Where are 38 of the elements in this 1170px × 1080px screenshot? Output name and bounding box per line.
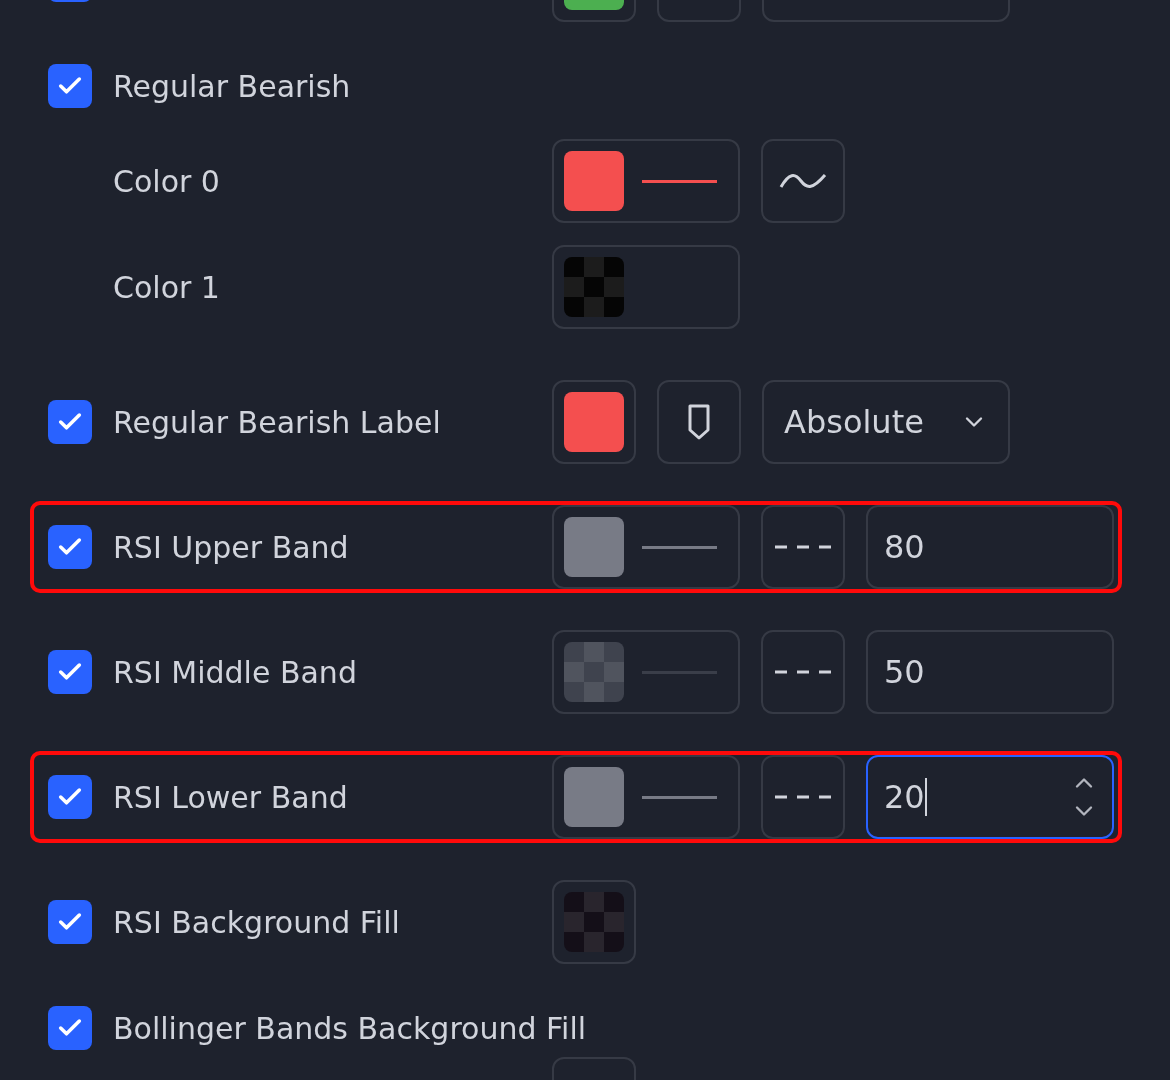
setting-label: Regular Bearish xyxy=(113,67,351,106)
number-field[interactable]: 20 xyxy=(866,755,1114,839)
checkbox[interactable] xyxy=(48,525,92,569)
checkbox[interactable] xyxy=(48,64,92,108)
setting-label: Bollinger Bands Background Fill xyxy=(113,1009,587,1048)
color-picker-button[interactable] xyxy=(552,505,740,589)
color-picker-button[interactable] xyxy=(552,755,740,839)
number-field[interactable]: 80 xyxy=(866,505,1114,589)
checkbox[interactable] xyxy=(48,900,92,944)
wave-line-icon xyxy=(779,171,827,191)
setting-label: RSI Background Fill xyxy=(113,903,400,942)
checkbox[interactable] xyxy=(48,650,92,694)
setting-label: Color 1 xyxy=(113,268,220,307)
color-picker-button[interactable] xyxy=(552,139,740,223)
label-shape-button[interactable] xyxy=(657,380,741,464)
setting-label: RSI Middle Band xyxy=(113,653,357,692)
dashed-line-icon xyxy=(775,670,831,674)
dashed-line-icon xyxy=(775,795,831,799)
checkbox[interactable] xyxy=(48,775,92,819)
checkbox[interactable] xyxy=(48,400,92,444)
color-picker-button[interactable] xyxy=(552,630,740,714)
dashed-line-icon xyxy=(775,545,831,549)
position-dropdown[interactable]: Absolute xyxy=(762,380,1010,464)
setting-label: Color 0 xyxy=(113,162,220,201)
setting-label: RSI Lower Band xyxy=(113,778,348,817)
line-style-button[interactable] xyxy=(761,630,845,714)
label-tag-icon xyxy=(688,404,710,440)
color-picker-button[interactable] xyxy=(552,380,636,464)
setting-label: RSI Upper Band xyxy=(113,528,349,567)
color-picker-button[interactable] xyxy=(552,245,740,329)
number-field[interactable]: 50 xyxy=(866,630,1114,714)
line-style-button[interactable] xyxy=(761,505,845,589)
setting-label: Regular Bearish Label xyxy=(113,403,441,442)
line-style-button[interactable] xyxy=(761,755,845,839)
color-picker-button[interactable] xyxy=(552,880,636,964)
checkbox[interactable] xyxy=(48,1006,92,1050)
text-cursor xyxy=(924,778,927,816)
line-type-button[interactable] xyxy=(761,139,845,223)
